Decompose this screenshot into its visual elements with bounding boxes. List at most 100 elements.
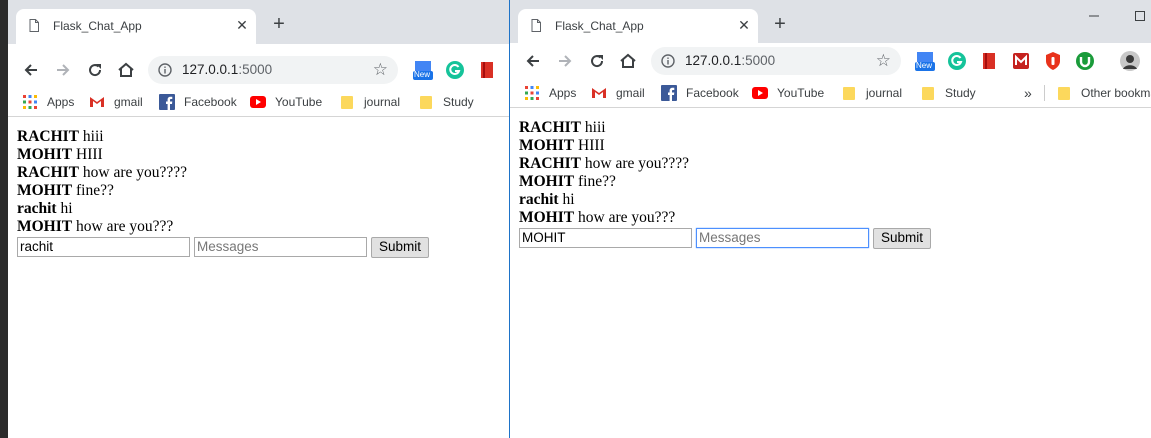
bookmarks-bar: Apps gmail Facebook YouTube journal Stud…: [8, 89, 510, 117]
message-text: how are you???: [578, 209, 676, 226]
address-bar[interactable]: 127.0.0.1:5000 ☆: [651, 47, 901, 75]
chat-message: RACHIT hiii: [17, 128, 104, 146]
book-extension-icon[interactable]: [477, 60, 497, 80]
message-text: hiii: [584, 119, 606, 136]
bookmark-journal[interactable]: journal: [339, 93, 400, 111]
apps-grid-icon: [524, 85, 540, 101]
bookmark-label: gmail: [616, 86, 645, 100]
url-text: 127.0.0.1:5000: [685, 53, 775, 68]
bookmark-star-icon[interactable]: ☆: [876, 52, 891, 70]
back-arrow-icon[interactable]: [19, 58, 43, 82]
home-icon[interactable]: [114, 58, 138, 82]
bookmark-gmail[interactable]: gmail: [591, 84, 645, 102]
bookmark-facebook[interactable]: Facebook: [159, 93, 237, 111]
youtube-icon: [250, 94, 266, 110]
book-extension-icon[interactable]: [979, 51, 999, 71]
profile-avatar-icon[interactable]: [1120, 51, 1140, 71]
url-host: 127.0.0.1: [182, 62, 239, 77]
home-icon[interactable]: [616, 49, 640, 73]
chat-message: RACHIT hiii: [519, 119, 606, 137]
username-input[interactable]: rachit: [17, 237, 190, 257]
message-user: RACHIT: [17, 164, 80, 181]
bookmark-other[interactable]: Other bookma: [1056, 84, 1151, 102]
apps-grid-icon: [22, 94, 38, 110]
message-text: how are you????: [584, 155, 690, 172]
url-port: :5000: [741, 53, 776, 68]
maximize-icon[interactable]: [1117, 0, 1151, 32]
page-content: RACHIT hiii MOHIT HIII RACHIT how are yo…: [510, 108, 1151, 438]
page-icon: [29, 19, 39, 32]
message-user: rachit: [17, 200, 57, 217]
bookmark-label: Apps: [549, 86, 577, 100]
reload-icon[interactable]: [83, 58, 107, 82]
minimize-icon[interactable]: [1071, 0, 1117, 32]
bookmark-label: gmail: [114, 95, 143, 109]
extension-new-icon[interactable]: New: [413, 60, 433, 80]
bookmark-apps[interactable]: Apps: [524, 84, 576, 102]
bookmark-study[interactable]: Study: [920, 84, 976, 102]
message-text: fine??: [578, 173, 616, 190]
close-icon[interactable]: ✕: [234, 17, 250, 33]
username-input[interactable]: MOHIT: [519, 228, 692, 248]
bookmark-youtube[interactable]: YouTube: [752, 84, 824, 102]
folder-icon: [1056, 85, 1072, 101]
bookmark-gmail[interactable]: gmail: [89, 93, 143, 111]
address-bar[interactable]: 127.0.0.1:5000 ☆: [148, 56, 398, 84]
new-tab-button[interactable]: +: [769, 14, 791, 36]
bookmark-journal[interactable]: journal: [841, 84, 902, 102]
toolbar: 127.0.0.1:5000 ☆ New: [8, 52, 510, 89]
bookmark-label: YouTube: [275, 95, 323, 109]
grammarly-icon[interactable]: [947, 51, 967, 71]
bookmark-youtube[interactable]: YouTube: [250, 93, 322, 111]
bookmark-apps[interactable]: Apps: [22, 93, 74, 111]
tab-strip: Flask_Chat_App ✕ +: [8, 0, 510, 44]
extension-new-icon[interactable]: New: [915, 51, 935, 71]
bookmark-label: Apps: [47, 95, 75, 109]
window-controls: [1071, 0, 1151, 32]
message-text: hi: [60, 200, 73, 217]
submit-button[interactable]: Submit: [371, 237, 429, 258]
bookmark-label: Facebook: [686, 86, 739, 100]
chat-message: MOHIT fine??: [519, 173, 616, 191]
message-user: MOHIT: [519, 137, 575, 154]
gmail-icon: [591, 85, 607, 101]
message-text: fine??: [76, 182, 114, 199]
message-text: HIII: [76, 146, 103, 163]
forward-arrow-icon[interactable]: [51, 58, 75, 82]
back-arrow-icon[interactable]: [521, 49, 545, 73]
chat-message: rachit hi: [17, 200, 73, 218]
mega-extension-icon[interactable]: [1011, 51, 1031, 71]
bookmark-study[interactable]: Study: [418, 93, 474, 111]
bookmark-facebook[interactable]: Facebook: [661, 84, 739, 102]
utorrent-icon[interactable]: [1075, 51, 1095, 71]
chat-message: MOHIT how are you???: [17, 218, 173, 236]
bookmark-label: Other bookma: [1081, 86, 1151, 100]
chat-message: rachit hi: [519, 191, 575, 209]
submit-button[interactable]: Submit: [873, 228, 931, 249]
grammarly-icon[interactable]: [445, 60, 465, 80]
message-user: RACHIT: [519, 155, 582, 172]
bookmark-label: journal: [866, 86, 903, 100]
forward-arrow-icon[interactable]: [553, 49, 577, 73]
message-user: MOHIT: [17, 182, 73, 199]
browser-window-left: Flask_Chat_App ✕ + 127.0.0.1:5000 ☆ New: [8, 0, 510, 438]
adblock-shield-icon[interactable]: [1043, 51, 1063, 71]
tab-flask-chat-app[interactable]: Flask_Chat_App ✕: [16, 9, 256, 44]
folder-icon: [920, 85, 936, 101]
more-bookmarks-button[interactable]: »: [1024, 84, 1032, 102]
url-host: 127.0.0.1: [685, 53, 742, 68]
message-text: hi: [562, 191, 575, 208]
message-user: rachit: [519, 191, 559, 208]
new-tab-button[interactable]: +: [268, 14, 290, 36]
tab-title: Flask_Chat_App: [53, 19, 142, 33]
reload-icon[interactable]: [585, 49, 609, 73]
bookmark-star-icon[interactable]: ☆: [373, 61, 388, 79]
message-input[interactable]: Messages: [194, 237, 367, 257]
browser-window-right: Flask_Chat_App ✕ + 127.0.0.1:5000 ☆ New: [509, 0, 1151, 438]
url-port: :5000: [238, 62, 273, 77]
message-input[interactable]: Messages: [696, 228, 869, 248]
close-icon[interactable]: ✕: [736, 17, 752, 33]
folder-icon: [418, 94, 434, 110]
tab-flask-chat-app[interactable]: Flask_Chat_App ✕: [518, 9, 758, 44]
chat-message: RACHIT how are you????: [17, 164, 187, 182]
